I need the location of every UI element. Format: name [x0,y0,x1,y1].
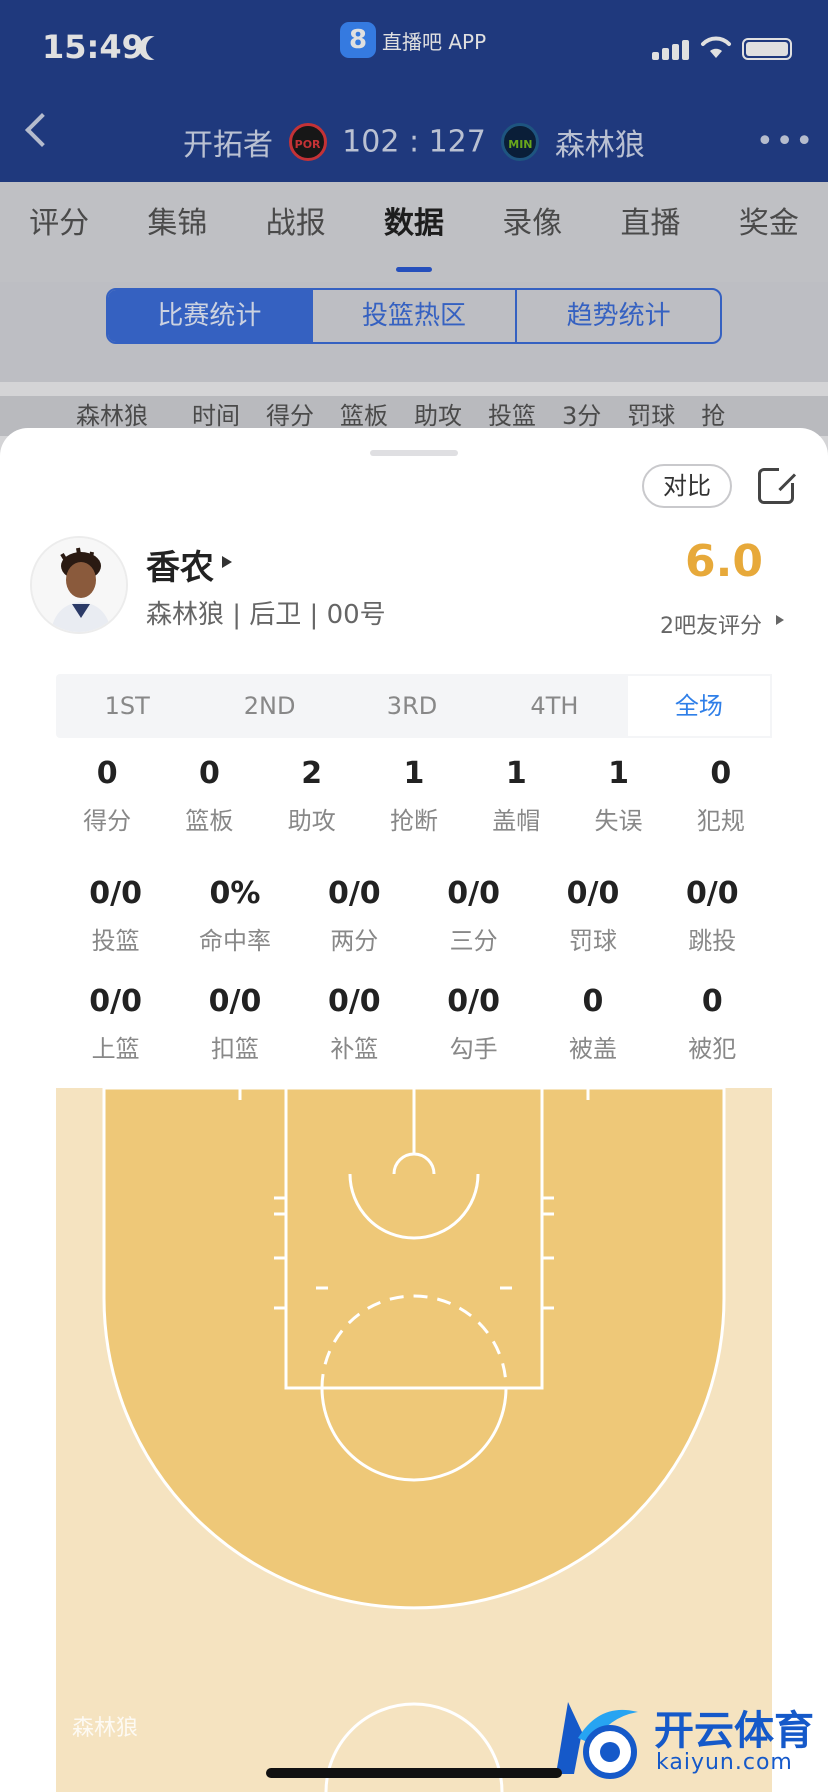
player-avatar [30,536,128,634]
stat-label: 犯规 [696,807,745,835]
stats-row-shooting: 0/0 投篮 0% 命中率 0/0 两分 0/0 三分 0/0 罚球 0/0 跳投 [56,876,772,956]
stat-label: 勾手 [449,1035,498,1063]
stat-value: 0/0 [89,876,143,911]
stat-rebounds: 0 篮板 [158,756,260,836]
stat-value: 0/0 [89,984,143,1019]
stat-value: 0 [710,756,732,791]
stat-label: 命中率 [198,927,271,955]
stat-label: 被犯 [688,1035,737,1063]
stat-value: 0 [198,756,220,791]
stat-points: 0 得分 [56,756,158,836]
stat-value: 0/0 [208,984,262,1019]
stat-2pt: 0/0 两分 [295,876,414,956]
stat-label: 得分 [83,807,132,835]
stat-jumpshot: 0/0 跳投 [653,876,772,956]
stat-label: 盖帽 [492,807,541,835]
stat-dunk: 0/0 扣篮 [175,984,294,1064]
stat-label: 上篮 [91,1035,140,1063]
stat-steals: 1 抢断 [363,756,465,836]
brand-name: 开云体育 [654,1708,814,1754]
period-full-game[interactable]: 全场 [625,674,773,738]
stat-value: 0 [701,984,723,1019]
stat-fg: 0/0 投篮 [56,876,175,956]
stat-value: 0/0 [327,876,381,911]
stat-blocks: 1 盖帽 [465,756,567,836]
stat-value: 2 [301,756,323,791]
stat-label: 失误 [594,807,643,835]
share-icon[interactable] [758,465,797,504]
stats-row-main: 0 得分 0 篮板 2 助攻 1 抢断 1 盖帽 1 失误 0 犯规 [56,756,772,836]
court-diagram [56,1088,772,1792]
stat-value: 0% [209,876,261,911]
stat-value: 0/0 [327,984,381,1019]
player-name[interactable]: 香农 [146,540,214,589]
stat-fg-pct: 0% 命中率 [175,876,294,956]
brand-watermark: 开云体育 kaiyun.com [548,1690,820,1786]
stat-value: 1 [403,756,425,791]
stat-fouls: 0 犯规 [670,756,772,836]
stat-value: 0 [96,756,118,791]
brand-url: kaiyun.com [656,1750,793,1775]
stat-assists: 2 助攻 [261,756,363,836]
home-indicator[interactable] [266,1768,562,1778]
stat-value: 0/0 [447,984,500,1019]
stat-tipin: 0/0 补篮 [295,984,414,1064]
brand-logo-icon [556,1702,638,1779]
stat-value: 1 [505,756,527,791]
period-selector: 1ST 2ND 3RD 4TH 全场 [56,674,773,738]
stat-value: 1 [608,756,629,791]
player-sheet: 对比 香农 森林狼 | 后卫 | 00号 6.0 2吧友评分 1ST 2ND 3… [0,428,828,1792]
stat-label: 投篮 [91,927,140,955]
stat-label: 补篮 [330,1035,379,1063]
shot-chart-court [56,1088,772,1792]
watermark-small-text: 森林狼 [72,1716,139,1741]
stat-label: 两分 [330,927,379,955]
player-meta: 森林狼 | 后卫 | 00号 [146,600,386,630]
period-1st[interactable]: 1ST [56,674,198,738]
compare-button[interactable]: 对比 [642,464,732,508]
stats-row-shot-types: 0/0 上篮 0/0 扣篮 0/0 补篮 0/0 勾手 0 被盖 0 被犯 [56,984,772,1064]
stat-label: 篮板 [185,807,234,835]
stat-blocked: 0 被盖 [533,984,652,1064]
rating-arrow-icon[interactable] [776,615,784,625]
stat-fouled: 0 被犯 [653,984,772,1064]
player-name-arrow-icon[interactable] [222,556,232,568]
stat-label: 三分 [449,927,498,955]
period-3rd[interactable]: 3RD [341,674,483,738]
stat-hook: 0/0 勾手 [414,984,533,1064]
stat-value: 0/0 [685,876,739,911]
stat-value: 0 [582,984,604,1019]
stat-value: 0/0 [447,876,500,911]
stat-label: 抢断 [389,807,438,835]
stat-label: 罚球 [568,927,617,955]
stat-layup: 0/0 上篮 [56,984,175,1064]
rating-count-link[interactable]: 2吧友评分 [660,608,762,640]
stat-value: 0/0 [566,876,620,911]
period-4th[interactable]: 4TH [483,674,625,738]
rating-score: 6.0 [685,536,763,587]
period-2nd[interactable]: 2ND [198,674,340,738]
sheet-drag-handle[interactable] [370,450,458,456]
stat-3pt: 0/0 三分 [414,876,533,956]
stat-label: 扣篮 [210,1035,259,1063]
stat-label: 跳投 [688,927,737,955]
stat-label: 助攻 [287,807,336,835]
stat-turnovers: 1 失误 [567,756,669,836]
stat-label: 被盖 [568,1035,617,1063]
stat-ft: 0/0 罚球 [533,876,652,956]
